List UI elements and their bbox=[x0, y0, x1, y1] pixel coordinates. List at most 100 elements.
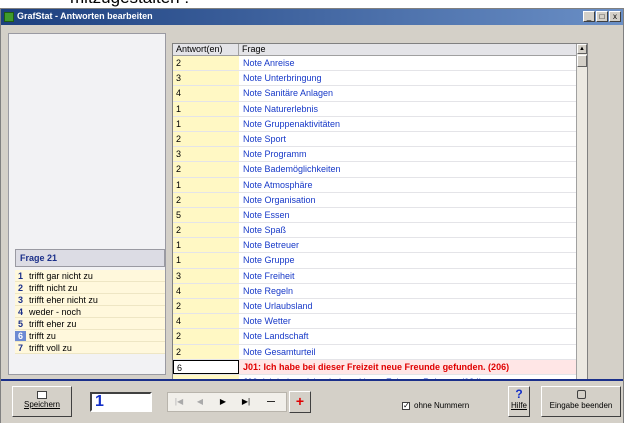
table-row[interactable]: 2 Note Organisation bbox=[173, 192, 587, 208]
record-navigator: |◀ ◀ ▶ ▶| — bbox=[167, 392, 287, 412]
answer-cell[interactable]: 1 bbox=[173, 238, 239, 253]
add-record-button[interactable]: + bbox=[289, 391, 311, 413]
answer-cell[interactable]: 2 bbox=[173, 344, 239, 359]
answer-cell[interactable]: 2 bbox=[173, 192, 239, 207]
answer-option[interactable]: 1 trifft gar nicht zu bbox=[15, 270, 165, 282]
option-number: 7 bbox=[17, 342, 23, 353]
first-record-icon[interactable]: |◀ bbox=[171, 396, 187, 408]
answer-cell[interactable]: 4 bbox=[173, 86, 239, 101]
answer-cell[interactable]: 3 bbox=[173, 71, 239, 86]
answer-cell[interactable]: 1 bbox=[173, 253, 239, 268]
option-text: weder - noch bbox=[29, 306, 82, 317]
table-row[interactable]: 1 Note Betreuer bbox=[173, 238, 587, 254]
question-cell: Note Sport bbox=[243, 133, 287, 144]
next-record-icon[interactable]: ▶ bbox=[215, 396, 231, 408]
column-header-question[interactable]: Frage bbox=[239, 44, 266, 55]
question-cell: Note Gruppenaktivitäten bbox=[243, 118, 341, 129]
previous-record-icon[interactable]: ◀ bbox=[192, 396, 208, 408]
table-row[interactable]: 2 Note Spaß bbox=[173, 223, 587, 239]
question-cell: Note Regeln bbox=[243, 285, 294, 296]
last-record-icon[interactable]: ▶| bbox=[238, 396, 254, 408]
save-label: Speichern bbox=[23, 400, 61, 409]
answer-cell[interactable]: 1 bbox=[173, 116, 239, 131]
table-row[interactable]: 3 Note Unterbringung bbox=[173, 71, 587, 87]
table-row[interactable]: 1 Note Atmosphäre bbox=[173, 177, 587, 193]
table-row[interactable]: 1 Note Gruppenaktivitäten bbox=[173, 116, 587, 132]
answer-option[interactable]: 6 trifft zu bbox=[15, 330, 165, 342]
table-row[interactable]: 2 Note Bademöglichkeiten bbox=[173, 162, 587, 178]
answer-cell[interactable]: 2 bbox=[173, 223, 239, 238]
record-number-input[interactable]: 1 bbox=[90, 392, 152, 412]
answer-cell[interactable]: 2 bbox=[173, 162, 239, 177]
option-text: trifft eher nicht zu bbox=[29, 294, 98, 305]
table-row[interactable]: 3 Note Freiheit bbox=[173, 268, 587, 284]
bottom-toolbar: Speichern 1 |◀ ◀ ▶ ▶| — + ✓ ohne Nummern… bbox=[1, 379, 623, 423]
table-row[interactable]: 2 Note Landschaft bbox=[173, 329, 587, 345]
table-row[interactable]: 1 Note Gruppe bbox=[173, 253, 587, 269]
answer-option[interactable]: 2 trifft nicht zu bbox=[15, 282, 165, 294]
table-row[interactable]: 4 Note Regeln bbox=[173, 283, 587, 299]
help-button[interactable]: ? Hilfe bbox=[508, 386, 530, 417]
column-header-answers[interactable]: Antwort(en) bbox=[173, 44, 239, 55]
question-cell: Note Freiheit bbox=[243, 270, 295, 281]
answer-options-list: 1 trifft gar nicht zu 2 trifft nicht zu 3 tri… bbox=[15, 270, 165, 354]
answer-option[interactable]: 3 trifft eher nicht zu bbox=[15, 294, 165, 306]
answer-option[interactable]: 4 weder - noch bbox=[15, 306, 165, 318]
question-cell: Note Urlaubsland bbox=[243, 301, 313, 311]
option-text: trifft gar nicht zu bbox=[29, 270, 93, 281]
table-row[interactable]: 2 Note Sport bbox=[173, 131, 587, 148]
table-row[interactable]: 1 Note Naturerlebnis bbox=[173, 101, 587, 117]
close-button[interactable]: x bbox=[609, 11, 621, 22]
grid-scrollbar[interactable]: ▲ ▼ bbox=[576, 44, 587, 392]
table-row[interactable]: 2 Note Anreise bbox=[173, 56, 587, 72]
answer-option[interactable]: 5 trifft eher zu bbox=[15, 318, 165, 330]
question-cell: Note Spaß bbox=[243, 225, 287, 236]
question-cell: Note Gruppe bbox=[243, 255, 295, 266]
answers-grid: Antwort(en) Frage 2 Note Anreise 3 Note Unt… bbox=[172, 43, 588, 393]
question-cell: Note Programm bbox=[243, 149, 307, 160]
delete-record-icon[interactable]: — bbox=[263, 396, 279, 408]
scroll-thumb[interactable] bbox=[577, 55, 587, 67]
no-numbers-checkbox[interactable]: ✓ ohne Nummern bbox=[402, 401, 469, 410]
finish-entry-button[interactable]: Eingabe beenden bbox=[541, 386, 621, 417]
answer-option[interactable]: 7 trifft voll zu bbox=[15, 342, 165, 354]
answer-cell[interactable]: 2 bbox=[173, 299, 239, 314]
answer-cell[interactable]: 5 bbox=[173, 207, 239, 223]
scroll-up-arrow-icon[interactable]: ▲ bbox=[577, 44, 587, 54]
checkbox-label: ohne Nummern bbox=[414, 401, 470, 410]
answer-cell[interactable]: 2 bbox=[173, 329, 239, 344]
answer-cell[interactable]: 2 bbox=[173, 131, 239, 147]
save-button[interactable]: Speichern bbox=[12, 386, 72, 417]
maximize-button[interactable]: □ bbox=[596, 11, 608, 22]
table-row[interactable]: 4 Note Wetter bbox=[173, 314, 587, 330]
answer-cell[interactable]: 3 bbox=[173, 268, 239, 283]
option-number: 5 bbox=[17, 318, 23, 329]
table-row[interactable]: 6 J01: Ich habe bei dieser Freizeit neue … bbox=[173, 359, 587, 375]
answer-cell[interactable]: 3 bbox=[173, 147, 239, 162]
answer-cell[interactable]: 4 bbox=[173, 283, 239, 298]
minimize-button[interactable]: _ bbox=[583, 11, 595, 22]
question-heading: Frage 21 bbox=[15, 249, 165, 267]
table-row[interactable]: 5 Note Essen bbox=[173, 207, 587, 224]
caption-clip: mitzugestalten : bbox=[0, 0, 624, 8]
table-row[interactable]: 3 Note Programm bbox=[173, 147, 587, 163]
table-row[interactable]: 2 Note Gesamturteil bbox=[173, 344, 587, 360]
grid-header: Antwort(en) Frage bbox=[173, 44, 587, 56]
answer-cell[interactable]: 6 bbox=[173, 359, 239, 374]
answer-cell[interactable]: 1 bbox=[173, 177, 239, 192]
finish-entry-label: Eingabe beenden bbox=[549, 401, 613, 410]
table-row[interactable]: 2 Note Urlaubsland bbox=[173, 299, 587, 315]
title-bar: GrafStat - Antworten bearbeiten _ □ x bbox=[1, 9, 623, 25]
question-cell: Note Atmosphäre bbox=[243, 179, 313, 190]
question-cell: Note Organisation bbox=[243, 194, 316, 205]
question-cell: J01: Ich habe bei dieser Freizeit neue F… bbox=[239, 359, 587, 374]
answer-cell[interactable]: 2 bbox=[173, 56, 239, 71]
answer-cell[interactable]: 1 bbox=[173, 101, 239, 116]
option-text: trifft eher zu bbox=[29, 318, 77, 329]
answer-cell[interactable]: 4 bbox=[173, 314, 239, 329]
option-text: trifft zu bbox=[29, 330, 56, 341]
table-row[interactable]: 4 Note Sanitäre Anlagen bbox=[173, 86, 587, 102]
checkbox-box[interactable]: ✓ bbox=[402, 401, 410, 410]
window-title: GrafStat - Antworten bearbeiten bbox=[17, 11, 153, 21]
question-cell: Note Bademöglichkeiten bbox=[243, 164, 341, 175]
